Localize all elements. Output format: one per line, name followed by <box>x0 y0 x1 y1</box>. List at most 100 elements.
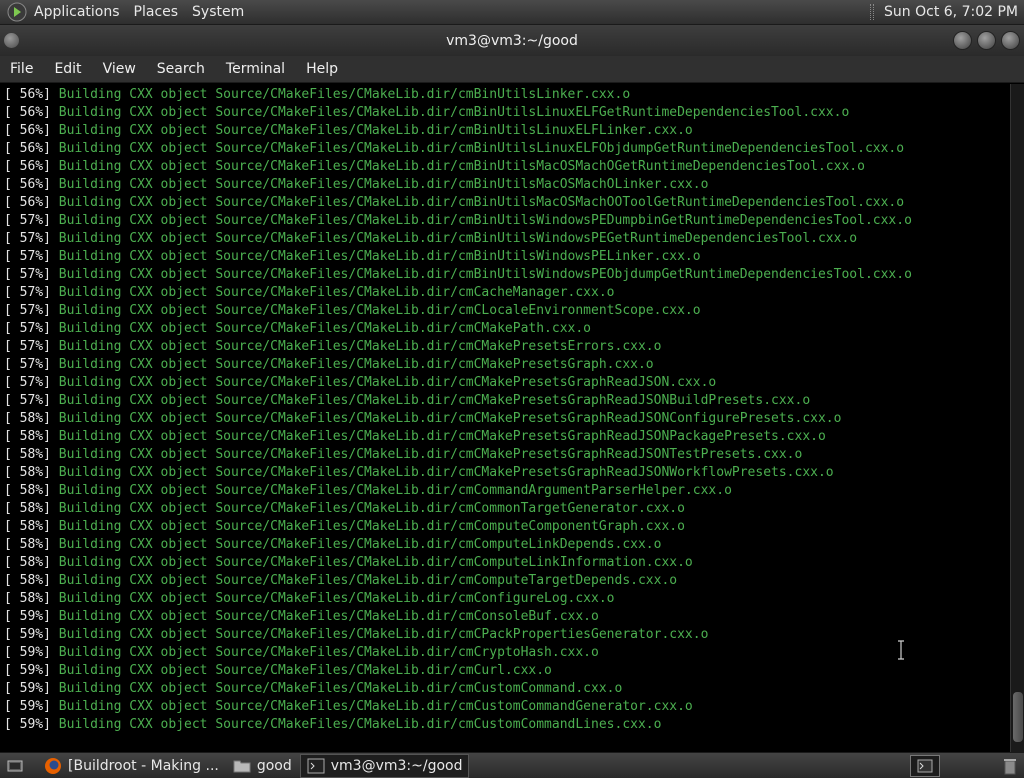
build-percent: [ 56%] <box>4 177 51 192</box>
minimize-button[interactable] <box>953 31 972 50</box>
build-message: Building CXX object Source/CMakeFiles/CM… <box>58 573 678 588</box>
build-message: Building CXX object Source/CMakeFiles/CM… <box>58 105 850 120</box>
build-percent: [ 57%] <box>4 249 51 264</box>
terminal-line: [ 58%] Building CXX object Source/CMakeF… <box>4 536 1010 554</box>
show-desktop-icon <box>7 760 23 771</box>
build-percent: [ 56%] <box>4 141 51 156</box>
menu-view[interactable]: View <box>103 61 136 77</box>
window-titlebar[interactable]: vm3@vm3:~/good <box>0 25 1024 56</box>
gnome-foot-icon[interactable] <box>6 1 28 23</box>
menu-search[interactable]: Search <box>157 61 205 77</box>
build-message: Building CXX object Source/CMakeFiles/CM… <box>58 177 709 192</box>
panel-menus: Applications Places System <box>0 0 258 25</box>
terminal-scrollbar[interactable] <box>1010 84 1024 752</box>
build-message: Building CXX object Source/CMakeFiles/CM… <box>58 141 905 156</box>
build-percent: [ 59%] <box>4 681 51 696</box>
terminal-line: [ 58%] Building CXX object Source/CMakeF… <box>4 482 1010 500</box>
build-percent: [ 58%] <box>4 447 51 462</box>
build-message: Building CXX object Source/CMakeFiles/CM… <box>58 357 654 372</box>
build-percent: [ 57%] <box>4 231 51 246</box>
build-message: Building CXX object Source/CMakeFiles/CM… <box>58 375 717 390</box>
terminal-line: [ 57%] Building CXX object Source/CMakeF… <box>4 284 1010 302</box>
build-percent: [ 57%] <box>4 267 51 282</box>
build-message: Building CXX object Source/CMakeFiles/CM… <box>58 627 709 642</box>
build-message: Building CXX object Source/CMakeFiles/CM… <box>58 87 631 102</box>
panel-separator <box>870 4 875 20</box>
build-message: Building CXX object Source/CMakeFiles/CM… <box>58 483 732 498</box>
system-menu[interactable]: System <box>192 4 244 20</box>
terminal-line: [ 58%] Building CXX object Source/CMakeF… <box>4 500 1010 518</box>
workspace-switcher[interactable] <box>910 754 940 777</box>
task-folder[interactable]: good <box>227 754 298 778</box>
window-title: vm3@vm3:~/good <box>446 32 578 49</box>
terminal-line: [ 58%] Building CXX object Source/CMakeF… <box>4 572 1010 590</box>
terminal-line: [ 57%] Building CXX object Source/CMakeF… <box>4 374 1010 392</box>
build-percent: [ 58%] <box>4 555 51 570</box>
build-message: Building CXX object Source/CMakeFiles/CM… <box>58 429 826 444</box>
trash-icon[interactable] <box>1000 756 1020 776</box>
show-desktop-button[interactable] <box>0 754 36 778</box>
build-message: Building CXX object Source/CMakeFiles/CM… <box>58 699 693 714</box>
menu-help[interactable]: Help <box>306 61 338 77</box>
close-button[interactable] <box>1001 31 1020 50</box>
build-percent: [ 57%] <box>4 393 51 408</box>
terminal-line: [ 57%] Building CXX object Source/CMakeF… <box>4 230 1010 248</box>
menu-edit[interactable]: Edit <box>54 61 81 77</box>
build-percent: [ 58%] <box>4 465 51 480</box>
build-message: Building CXX object Source/CMakeFiles/CM… <box>58 645 599 660</box>
terminal-line: [ 56%] Building CXX object Source/CMakeF… <box>4 104 1010 122</box>
build-percent: [ 59%] <box>4 699 51 714</box>
bottom-panel: [Buildroot - Making ... good vm3@vm3:~/g… <box>0 752 1024 778</box>
terminal-line: [ 57%] Building CXX object Source/CMakeF… <box>4 320 1010 338</box>
build-percent: [ 58%] <box>4 501 51 516</box>
build-message: Building CXX object Source/CMakeFiles/CM… <box>58 213 912 228</box>
build-percent: [ 57%] <box>4 321 51 336</box>
build-message: Building CXX object Source/CMakeFiles/CM… <box>58 303 701 318</box>
build-message: Building CXX object Source/CMakeFiles/CM… <box>58 609 599 624</box>
build-percent: [ 57%] <box>4 213 51 228</box>
build-percent: [ 58%] <box>4 411 51 426</box>
applications-menu[interactable]: Applications <box>34 4 120 20</box>
task-terminal[interactable]: vm3@vm3:~/good <box>299 753 470 778</box>
build-message: Building CXX object Source/CMakeFiles/CM… <box>58 537 662 552</box>
build-percent: [ 58%] <box>4 519 51 534</box>
build-percent: [ 57%] <box>4 375 51 390</box>
terminal-line: [ 58%] Building CXX object Source/CMakeF… <box>4 410 1010 428</box>
firefox-icon <box>45 757 61 774</box>
build-message: Building CXX object Source/CMakeFiles/CM… <box>58 663 552 678</box>
terminal-line: [ 56%] Building CXX object Source/CMakeF… <box>4 140 1010 158</box>
terminal-output[interactable]: [ 56%] Building CXX object Source/CMakeF… <box>0 84 1010 752</box>
build-message: Building CXX object Source/CMakeFiles/CM… <box>58 411 842 426</box>
scrollbar-thumb[interactable] <box>1013 692 1023 742</box>
terminal-line: [ 57%] Building CXX object Source/CMakeF… <box>4 212 1010 230</box>
places-menu[interactable]: Places <box>134 4 179 20</box>
build-message: Building CXX object Source/CMakeFiles/CM… <box>58 195 905 210</box>
build-message: Building CXX object Source/CMakeFiles/CM… <box>58 231 858 246</box>
build-message: Building CXX object Source/CMakeFiles/CM… <box>58 393 811 408</box>
window-menu-icon[interactable] <box>4 33 19 48</box>
build-percent: [ 58%] <box>4 429 51 444</box>
menu-terminal[interactable]: Terminal <box>226 61 285 77</box>
build-message: Building CXX object Source/CMakeFiles/CM… <box>58 501 685 516</box>
build-percent: [ 59%] <box>4 717 51 732</box>
build-message: Building CXX object Source/CMakeFiles/CM… <box>58 717 662 732</box>
terminal-line: [ 57%] Building CXX object Source/CMakeF… <box>4 356 1010 374</box>
menu-file[interactable]: File <box>10 61 33 77</box>
build-percent: [ 56%] <box>4 159 51 174</box>
build-message: Building CXX object Source/CMakeFiles/CM… <box>58 159 865 174</box>
build-percent: [ 57%] <box>4 357 51 372</box>
build-percent: [ 58%] <box>4 537 51 552</box>
terminal-icon <box>307 758 325 773</box>
task-label: good <box>256 757 292 774</box>
maximize-button[interactable] <box>977 31 996 50</box>
terminal-line: [ 57%] Building CXX object Source/CMakeF… <box>4 338 1010 356</box>
terminal-line: [ 59%] Building CXX object Source/CMakeF… <box>4 716 1010 734</box>
top-panel: Applications Places System Sun Oct 6, 7:… <box>0 0 1024 25</box>
terminal-line: [ 58%] Building CXX object Source/CMakeF… <box>4 446 1010 464</box>
build-percent: [ 56%] <box>4 123 51 138</box>
build-message: Building CXX object Source/CMakeFiles/CM… <box>58 447 803 462</box>
terminal-line: [ 59%] Building CXX object Source/CMakeF… <box>4 680 1010 698</box>
terminal-line: [ 57%] Building CXX object Source/CMakeF… <box>4 302 1010 320</box>
clock[interactable]: Sun Oct 6, 7:02 PM <box>884 4 1018 20</box>
task-firefox[interactable]: [Buildroot - Making ... <box>38 754 225 778</box>
